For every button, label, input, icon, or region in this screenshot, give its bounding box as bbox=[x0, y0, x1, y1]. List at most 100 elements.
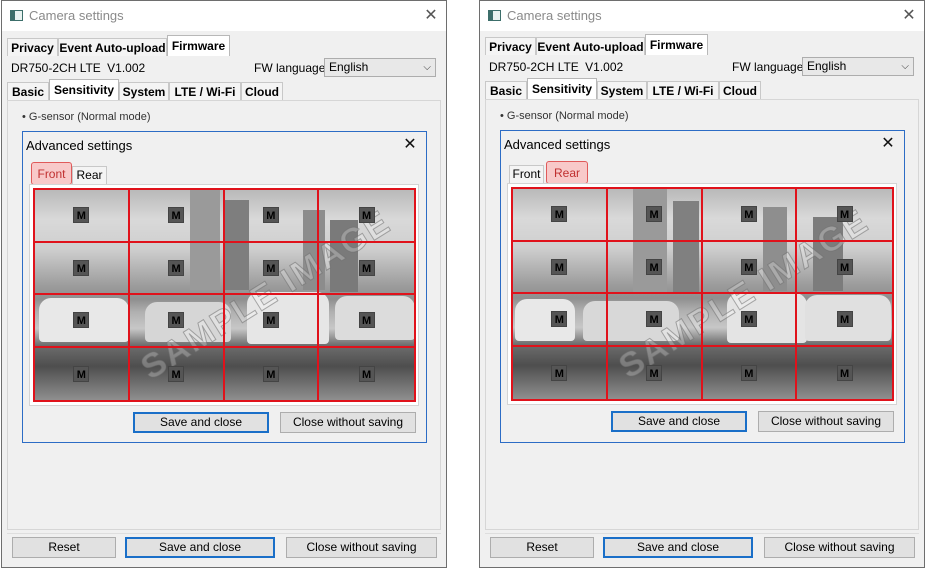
zone-marker: M bbox=[262, 312, 279, 329]
motion-zone-cells: M M M M M M M M M M M M M M M M bbox=[513, 189, 892, 399]
zone-cell[interactable]: M bbox=[607, 241, 703, 294]
zone-cell[interactable]: M bbox=[513, 189, 608, 242]
zone-cell[interactable]: M bbox=[703, 346, 798, 399]
zone-marker: M bbox=[646, 311, 663, 328]
zone-marker: M bbox=[836, 206, 853, 223]
dialog-save-and-close-button[interactable]: Save and close bbox=[133, 412, 269, 433]
motion-zone-cells: M M M M M M M M M M M M M M M M bbox=[35, 190, 414, 400]
zone-cell[interactable]: M bbox=[35, 295, 130, 348]
zone-marker: M bbox=[740, 206, 757, 223]
close-icon[interactable]: ✕ bbox=[418, 4, 444, 28]
zone-cell[interactable]: M bbox=[513, 241, 608, 294]
tab-cloud[interactable]: Cloud bbox=[241, 82, 283, 100]
zone-marker: M bbox=[836, 258, 853, 275]
zone-cell[interactable]: M bbox=[35, 190, 130, 243]
zone-cell[interactable]: M bbox=[224, 190, 320, 243]
reset-button[interactable]: Reset bbox=[12, 537, 116, 558]
dialog-save-and-close-button[interactable]: Save and close bbox=[611, 411, 747, 432]
save-and-close-button[interactable]: Save and close bbox=[125, 537, 275, 558]
zone-marker: M bbox=[73, 365, 90, 382]
camera-settings-window-front: Camera settings ✕ Privacy Event Auto-upl… bbox=[1, 0, 447, 568]
zone-cell[interactable]: M bbox=[797, 189, 892, 242]
zone-cell[interactable]: M bbox=[702, 294, 798, 347]
zone-cell[interactable]: M bbox=[224, 295, 320, 348]
tab-cloud[interactable]: Cloud bbox=[719, 81, 761, 99]
tab-rear-camera[interactable]: Rear bbox=[546, 161, 588, 184]
close-without-saving-button[interactable]: Close without saving bbox=[764, 537, 915, 558]
fw-language-label: FW language bbox=[732, 60, 804, 74]
zone-cell[interactable]: M bbox=[129, 190, 225, 243]
zone-cell[interactable]: M bbox=[607, 294, 703, 347]
fw-language-select[interactable]: English ⌵ bbox=[324, 58, 436, 77]
motion-zone-grid-front[interactable]: SAMPLE IMAGE M M M M M M M M M M M M M M… bbox=[33, 188, 416, 402]
zone-cell[interactable]: M bbox=[513, 294, 608, 347]
dialog-close-icon[interactable]: ✕ bbox=[878, 134, 898, 154]
tab-firmware[interactable]: Firmware bbox=[645, 34, 708, 55]
zone-marker: M bbox=[358, 259, 375, 276]
fw-language-select[interactable]: English ⌵ bbox=[802, 57, 914, 76]
zone-marker: M bbox=[551, 206, 568, 223]
tab-event-auto-upload[interactable]: Event Auto-upload bbox=[536, 37, 645, 55]
zone-cell[interactable]: M bbox=[702, 189, 798, 242]
zone-marker: M bbox=[646, 364, 663, 381]
dialog-close-without-saving-button[interactable]: Close without saving bbox=[758, 411, 894, 432]
advanced-settings-dialog: Advanced settings ✕ Front Rear SAMPLE IM… bbox=[500, 130, 905, 443]
title-bar: Camera settings ✕ bbox=[480, 1, 924, 31]
zone-cell[interactable]: M bbox=[35, 347, 130, 400]
zone-cell[interactable]: M bbox=[319, 295, 414, 348]
zone-cell[interactable]: M bbox=[319, 190, 414, 243]
zone-cell[interactable]: M bbox=[225, 347, 320, 400]
zone-marker: M bbox=[551, 258, 568, 275]
zone-marker: M bbox=[262, 365, 279, 382]
zone-cell[interactable]: M bbox=[224, 242, 320, 295]
zone-marker: M bbox=[73, 207, 90, 224]
tab-sensitivity[interactable]: Sensitivity bbox=[527, 78, 597, 99]
zone-cell[interactable]: M bbox=[608, 346, 703, 399]
tab-rear-camera[interactable]: Rear bbox=[72, 166, 107, 184]
motion-zone-grid-rear[interactable]: SAMPLE IMAGE M M M M M M M M M M M M M M… bbox=[511, 187, 894, 401]
tab-privacy[interactable]: Privacy bbox=[485, 37, 536, 55]
close-without-saving-button[interactable]: Close without saving bbox=[286, 537, 437, 558]
zone-cell[interactable]: M bbox=[513, 346, 608, 399]
tab-privacy[interactable]: Privacy bbox=[7, 38, 58, 56]
zone-cell[interactable]: M bbox=[319, 243, 414, 295]
reset-button[interactable]: Reset bbox=[490, 537, 594, 558]
camera-settings-icon bbox=[10, 10, 23, 21]
zone-cell[interactable]: M bbox=[607, 189, 703, 242]
dialog-close-icon[interactable]: ✕ bbox=[400, 135, 420, 155]
zone-cell[interactable]: M bbox=[129, 295, 225, 348]
zone-cell[interactable]: M bbox=[129, 242, 225, 295]
top-tab-row: Privacy Event Auto-upload Firmware bbox=[485, 34, 919, 55]
firmware-version: V1.002 bbox=[585, 60, 624, 74]
tab-system[interactable]: System bbox=[119, 82, 169, 100]
tab-firmware[interactable]: Firmware bbox=[167, 35, 230, 56]
tab-lte-wifi[interactable]: LTE / Wi-Fi bbox=[169, 82, 241, 100]
zone-cell[interactable]: M bbox=[130, 347, 225, 400]
chevron-down-icon: ⌵ bbox=[901, 61, 909, 72]
tab-lte-wifi[interactable]: LTE / Wi-Fi bbox=[647, 81, 719, 99]
save-and-close-button[interactable]: Save and close bbox=[603, 537, 753, 558]
tab-sensitivity[interactable]: Sensitivity bbox=[49, 79, 119, 100]
chevron-down-icon: ⌵ bbox=[423, 62, 431, 73]
tab-event-auto-upload[interactable]: Event Auto-upload bbox=[58, 38, 167, 56]
close-icon[interactable]: ✕ bbox=[896, 4, 922, 28]
zone-cell[interactable]: M bbox=[702, 241, 798, 294]
zone-cell[interactable]: M bbox=[35, 242, 130, 295]
tab-front-camera[interactable]: Front bbox=[509, 165, 544, 183]
zone-cell[interactable]: M bbox=[797, 294, 892, 347]
tab-system[interactable]: System bbox=[597, 81, 647, 99]
tab-basic[interactable]: Basic bbox=[485, 81, 527, 99]
zone-cell[interactable]: M bbox=[797, 242, 892, 294]
zone-marker: M bbox=[168, 207, 185, 224]
zone-cell[interactable]: M bbox=[797, 347, 892, 400]
title-bar: Camera settings ✕ bbox=[2, 1, 446, 31]
fw-language-label: FW language bbox=[254, 61, 326, 75]
firmware-version: V1.002 bbox=[107, 61, 146, 75]
device-model-name: DR750-2CH LTE bbox=[11, 61, 101, 75]
dialog-close-without-saving-button[interactable]: Close without saving bbox=[280, 412, 416, 433]
tab-front-camera[interactable]: Front bbox=[31, 162, 72, 185]
zone-marker: M bbox=[740, 364, 757, 381]
tab-basic[interactable]: Basic bbox=[7, 82, 49, 100]
zone-cell[interactable]: M bbox=[319, 348, 414, 401]
window-title: Camera settings bbox=[507, 8, 602, 23]
